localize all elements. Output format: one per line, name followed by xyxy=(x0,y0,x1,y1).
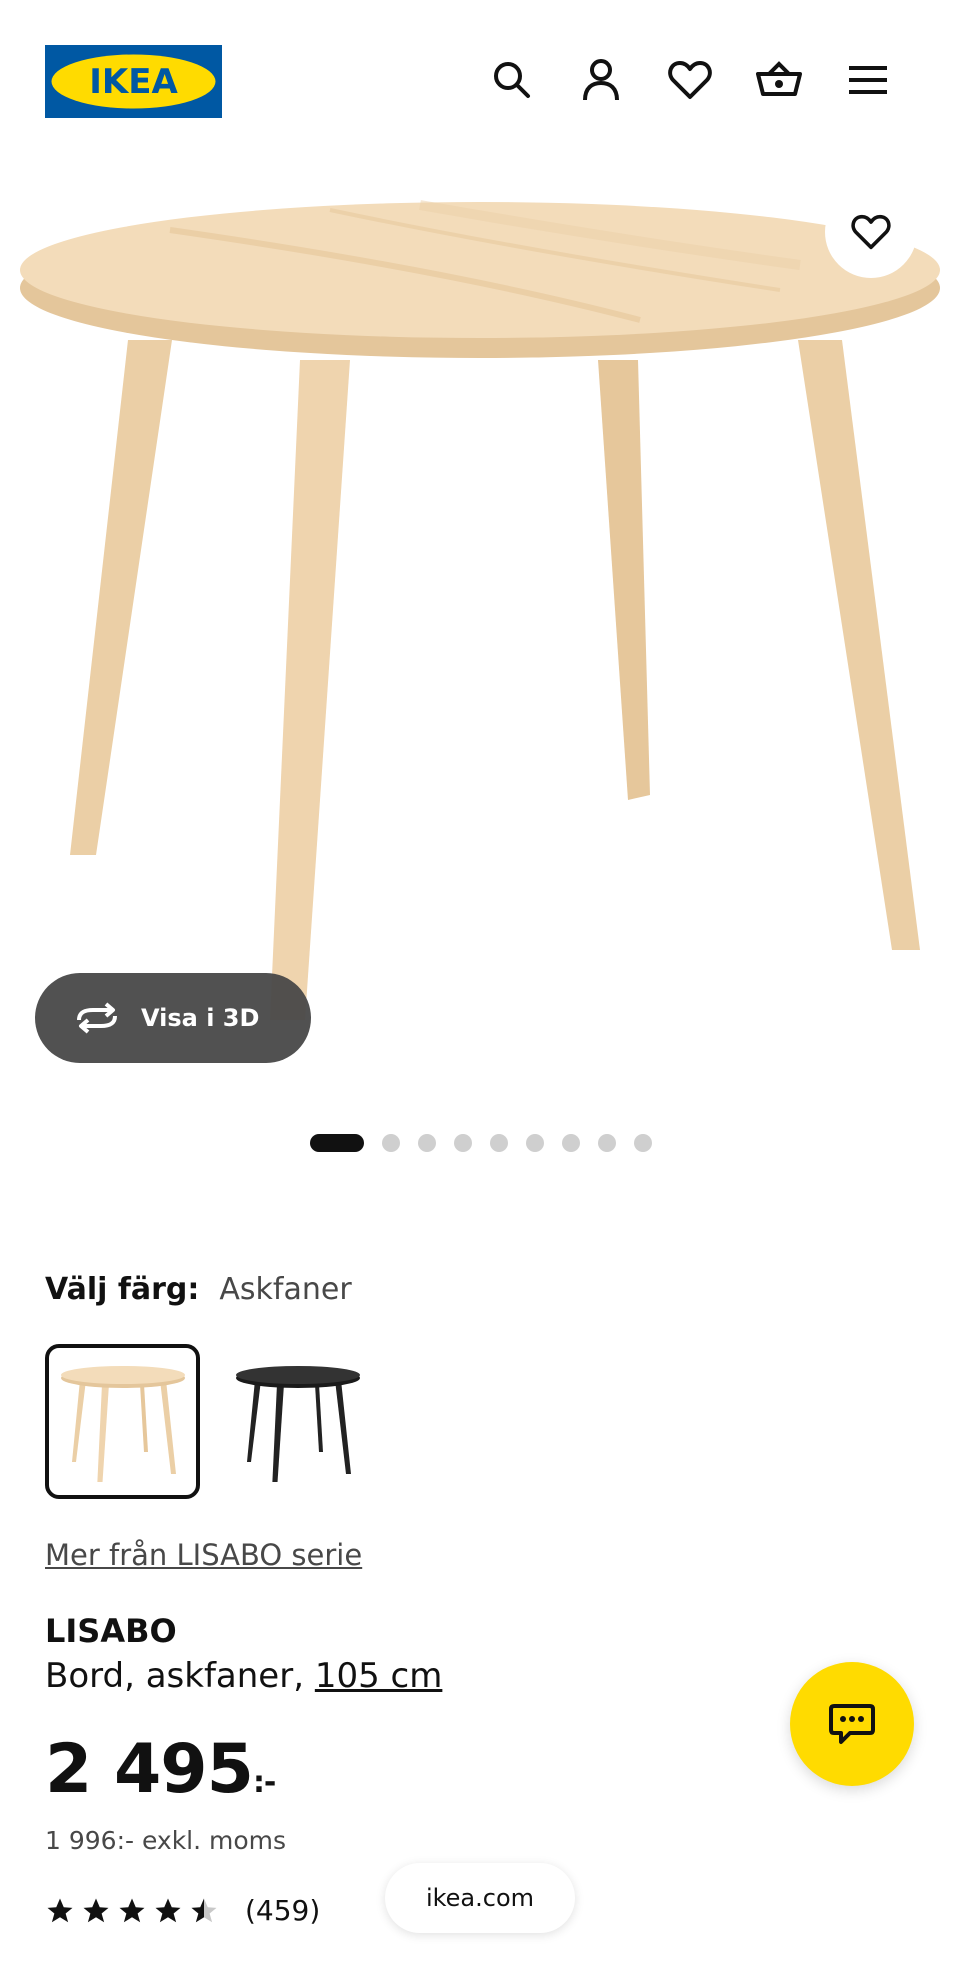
star-full-icon xyxy=(155,1898,181,1922)
product-name: LISABO xyxy=(45,1612,177,1650)
favourites-icon[interactable] xyxy=(664,54,716,106)
carousel-indicator xyxy=(310,1134,652,1152)
rating-count: (459) xyxy=(245,1894,321,1927)
carousel-dot[interactable] xyxy=(454,1134,472,1152)
product-description-text: Bord, askfaner, xyxy=(45,1656,305,1696)
carousel-dot[interactable] xyxy=(418,1134,436,1152)
star-full-icon xyxy=(47,1898,73,1922)
table-leg xyxy=(70,340,172,855)
color-selected-value: Askfaner xyxy=(219,1272,352,1307)
ikea-logo[interactable]: IKEA xyxy=(45,45,222,118)
color-swatch-ash-veneer[interactable] xyxy=(45,1344,200,1499)
ash-table-thumbnail xyxy=(60,1365,185,1482)
chat-button[interactable] xyxy=(790,1662,914,1786)
color-selector-label: Välj färg: Askfaner xyxy=(45,1272,352,1307)
chat-icon xyxy=(829,1704,875,1744)
logo-text: IKEA xyxy=(89,62,178,102)
account-icon[interactable] xyxy=(575,54,627,106)
view-in-3d-button[interactable]: Visa i 3D xyxy=(35,973,311,1063)
table-leg xyxy=(598,360,650,800)
table-leg xyxy=(270,360,350,1020)
carousel-dot[interactable] xyxy=(562,1134,580,1152)
product-description: Bord, askfaner, 105 cm xyxy=(45,1656,442,1696)
star-full-icon xyxy=(83,1898,109,1922)
price-suffix: :- xyxy=(252,1765,276,1800)
color-swatch-black[interactable] xyxy=(220,1344,375,1499)
star-half-icon xyxy=(191,1898,217,1922)
series-link[interactable]: Mer från LISABO serie xyxy=(45,1538,362,1572)
carousel-dot[interactable] xyxy=(598,1134,616,1152)
rotate-3d-icon xyxy=(77,1002,117,1034)
tabletop xyxy=(20,202,940,338)
product-size-link[interactable]: 105 cm xyxy=(315,1656,443,1696)
product-price: 2 495 :- xyxy=(45,1730,276,1809)
table-leg xyxy=(798,340,920,950)
search-icon[interactable] xyxy=(486,54,538,106)
cart-icon[interactable] xyxy=(753,54,805,106)
add-to-favourites-button[interactable] xyxy=(825,186,917,278)
black-table-thumbnail xyxy=(235,1365,360,1482)
carousel-dot[interactable] xyxy=(490,1134,508,1152)
product-rating[interactable]: (459) xyxy=(45,1894,320,1927)
price-excl-vat: 1 996:- exkl. moms xyxy=(45,1826,287,1855)
view-in-3d-label: Visa i 3D xyxy=(141,1004,260,1032)
carousel-dot-active[interactable] xyxy=(310,1134,364,1152)
browser-url-bar[interactable]: ikea.com xyxy=(385,1863,575,1933)
product-image[interactable] xyxy=(0,170,960,1100)
carousel-dot[interactable] xyxy=(526,1134,544,1152)
menu-icon[interactable] xyxy=(842,54,894,106)
carousel-dot[interactable] xyxy=(382,1134,400,1152)
price-amount: 2 495 xyxy=(45,1730,254,1809)
color-label-key: Välj färg: xyxy=(45,1272,200,1307)
heart-icon xyxy=(851,214,891,250)
star-full-icon xyxy=(119,1898,145,1922)
carousel-dot[interactable] xyxy=(634,1134,652,1152)
